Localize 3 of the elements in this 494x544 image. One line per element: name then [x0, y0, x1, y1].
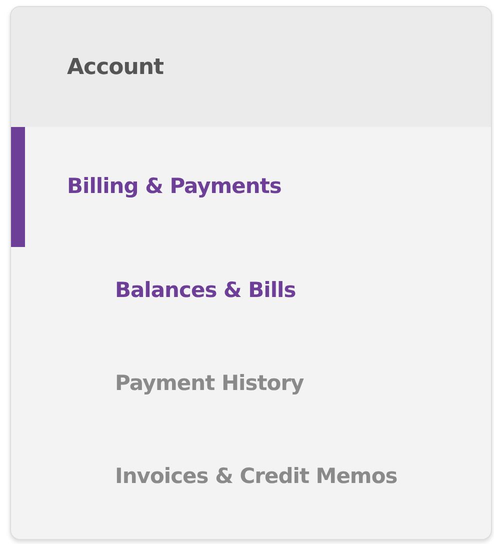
menu-section-link[interactable]: Billing & Payments	[11, 127, 491, 247]
menu-heading: Account	[67, 54, 164, 82]
submenu-link[interactable]: Balances & Bills	[11, 259, 491, 352]
